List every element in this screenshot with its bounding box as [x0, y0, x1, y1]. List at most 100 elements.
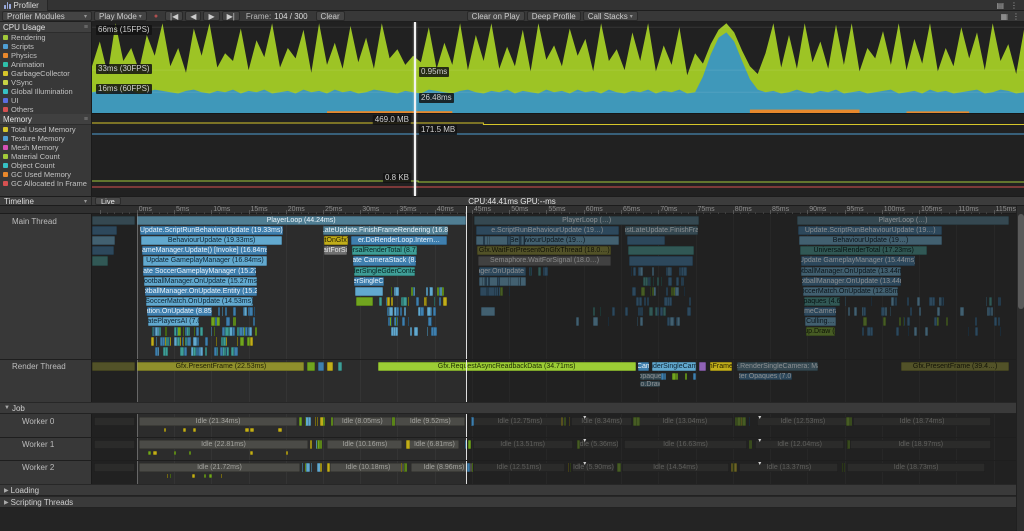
- timeline-block[interactable]: [93, 417, 135, 426]
- kebab-menu-icon[interactable]: ⋮: [1010, 1, 1018, 10]
- timeline-block[interactable]: …ation.OnUpdate (8.85…): [146, 306, 212, 317]
- timeline-block[interactable]: Idle (13.51ms): [472, 440, 573, 449]
- legend-item[interactable]: Texture Memory: [0, 134, 91, 143]
- vertical-scrollbar[interactable]: [1016, 206, 1024, 531]
- timeline-block[interactable]: [92, 362, 136, 371]
- timeline-block[interactable]: Update SoccerGameplayManager (15.27ms): [143, 266, 257, 276]
- timeline-view-dropdown[interactable]: Timeline ▾: [0, 197, 92, 206]
- legend-item[interactable]: Physics: [0, 51, 91, 60]
- timeline-block[interactable]: Idle (12.75ms): [472, 417, 567, 426]
- thread-label-main[interactable]: Main Thread: [12, 217, 57, 226]
- timeline-block[interactable]: [355, 286, 383, 296]
- module-header-cpu[interactable]: CPU Usage ≡: [0, 22, 91, 33]
- legend-item[interactable]: Global Illumination: [0, 87, 91, 96]
- timeline-block[interactable]: Gfx.PresentFrame (39.4…): [901, 362, 1010, 371]
- timeline-block[interactable]: PlayerLoop (…): [474, 216, 700, 226]
- timeline-block[interactable]: Idle (18.97ms): [850, 440, 991, 449]
- legend-item[interactable]: Animation: [0, 60, 91, 69]
- foldout-arrow-icon[interactable]: ▶: [4, 499, 9, 506]
- timeline-block[interactable]: Idle (12.04ms): [755, 440, 845, 449]
- timeline-block[interactable]: Idle (18.73ms): [846, 463, 986, 472]
- timeline-block[interactable]: [92, 216, 135, 226]
- timeline-block[interactable]: erSingleC:: [354, 276, 384, 286]
- timeline-block[interactable]: [317, 362, 325, 371]
- timeline-block[interactable]: Idle (21.34ms): [138, 417, 298, 426]
- record-button[interactable]: ●: [149, 11, 163, 21]
- selected-frame-marker[interactable]: [414, 22, 416, 196]
- timeline-block[interactable]: Idle (16.63ms): [623, 440, 748, 449]
- call-stacks-dropdown[interactable]: Call Stacks ▾: [582, 11, 638, 21]
- timeline-block[interactable]: Idle (10.16ms): [327, 440, 403, 449]
- first-frame-button[interactable]: |◀: [165, 11, 184, 21]
- timeline-block[interactable]: [628, 246, 694, 256]
- timeline-block[interactable]: iversalRenderTotal (8.7…): [352, 246, 417, 256]
- profiler-charts[interactable]: 66ms (15FPS) 33ms (30FPS) 16ms (60FPS) 0.95…: [92, 22, 1024, 196]
- timeline-block[interactable]: PostLateUpdate.FinishFra…: [625, 226, 699, 236]
- timeline-block[interactable]: BehaviourUpdate (19…): [476, 236, 619, 246]
- timeline-block[interactable]: UniversalRenderTotal (17.23ms): [799, 246, 928, 256]
- timeline-block[interactable]: Semaphore.WaitForSignal (18.0…): [477, 256, 612, 266]
- timeline-block[interactable]: [629, 256, 694, 266]
- timeline-block[interactable]: GameManager.Update() [Invoke] (16.84ms): [141, 246, 267, 256]
- timeline-block[interactable]: PlayerLoop (44.24ms): [136, 216, 466, 226]
- legend-item[interactable]: Total Used Memory: [0, 125, 91, 134]
- legend-item[interactable]: Object Count: [0, 161, 91, 170]
- timeline-block[interactable]: Gfx.PresentFrame (22.53ms): [137, 362, 305, 371]
- timeline-block[interactable]: …datePlayersAI (7.0…): [147, 317, 200, 327]
- timeline-block[interactable]: Update CameraStack (8.6…): [352, 256, 417, 266]
- timeline-block[interactable]: [626, 236, 665, 246]
- timeline-block[interactable]: wCame: [638, 362, 650, 371]
- timeline-block[interactable]: Update.ScriptRunBehaviourUpdate (19…): [798, 226, 943, 236]
- timeline-block[interactable]: nderSingleGderContext: [353, 266, 416, 276]
- legend-item[interactable]: GarbageCollector: [0, 69, 91, 78]
- timeline-block[interactable]: FootballManager.OnUpdate (13.44ms): [802, 276, 902, 286]
- timeline-block[interactable]: [699, 362, 706, 371]
- timeline-block[interactable]: [355, 296, 373, 306]
- timeline-block[interactable]: Idle (9.52ms): [395, 417, 466, 426]
- legend-item[interactable]: Mesh Memory: [0, 143, 91, 152]
- timeline-block[interactable]: Idle (8.05ms): [332, 417, 392, 426]
- thread-label-w1[interactable]: Worker 1: [22, 440, 54, 449]
- section-header-scripting[interactable]: ▶ Scripting Threads: [0, 496, 1024, 508]
- legend-item[interactable]: Others: [0, 105, 91, 114]
- deep-profile-toggle[interactable]: Deep Profile: [526, 11, 581, 21]
- timeline-block[interactable]: GameCamera…: [804, 306, 837, 317]
- timeline-block[interactable]: Update GameplayManager (15.44ms): [800, 256, 915, 266]
- foldout-arrow-icon[interactable]: ▼: [4, 405, 10, 411]
- drag-handle-icon[interactable]: ≡: [84, 116, 88, 123]
- clear-button[interactable]: Clear: [315, 11, 345, 21]
- timeline-block[interactable]: Update GameplayManager (16.84ms): [142, 256, 268, 266]
- timeline-block[interactable]: …der Opaques (7.0…): [738, 373, 792, 380]
- timeline-block[interactable]: e.ScriptRunBehaviourUpdate (19…): [475, 226, 619, 236]
- module-header-memory[interactable]: Memory ≡: [0, 114, 91, 125]
- last-frame-button[interactable]: ▶|: [221, 11, 240, 21]
- next-frame-button[interactable]: ▶: [203, 11, 220, 21]
- memory-chart[interactable]: [92, 113, 1024, 196]
- timeline-block[interactable]: Idle (12.51ms): [472, 463, 566, 472]
- play-mode-dropdown[interactable]: Play Mode ▾: [94, 11, 147, 21]
- timeline-block[interactable]: BehaviourUpdate (19…): [799, 236, 943, 246]
- timeline-block[interactable]: Idle (8.34ms): [571, 417, 633, 426]
- timeline-block[interactable]: Idle (21.72ms): [138, 463, 300, 472]
- profiler-modules-dropdown[interactable]: Profiler Modules ▾: [2, 11, 92, 21]
- thread-label-w2[interactable]: Worker 2: [22, 463, 54, 472]
- section-header-loading[interactable]: ▶ Loading: [0, 484, 1024, 496]
- timeline-block[interactable]: Manager.OnUpdate (6…): [478, 266, 526, 276]
- foldout-arrow-icon[interactable]: ▶: [4, 487, 9, 494]
- timeline-block[interactable]: Idle (12.53ms): [756, 417, 850, 426]
- timeline-block[interactable]: [92, 236, 116, 246]
- legend-item[interactable]: UI: [0, 96, 91, 105]
- layout-icon[interactable]: ▦: [1000, 12, 1008, 21]
- timeline-block[interactable]: er.DoRenderLoop.Intern…: [351, 236, 447, 246]
- legend-item[interactable]: GC Allocated In Frame: [0, 179, 91, 188]
- legend-item[interactable]: Material Count: [0, 152, 91, 161]
- scrollbar-thumb[interactable]: [1018, 214, 1024, 309]
- legend-item[interactable]: VSync: [0, 78, 91, 87]
- thread-label-w0[interactable]: Worker 0: [22, 417, 54, 426]
- timeline-block[interactable]: [327, 362, 333, 371]
- dock-icon[interactable]: ▤: [996, 1, 1004, 10]
- live-toggle[interactable]: Live: [95, 197, 121, 206]
- timeline-block[interactable]: FootballManager.OnUpdate.Entity (15.2…): [144, 286, 258, 296]
- timeline-block[interactable]: Idle (6.81ms): [409, 440, 460, 449]
- legend-item[interactable]: Scripts: [0, 42, 91, 51]
